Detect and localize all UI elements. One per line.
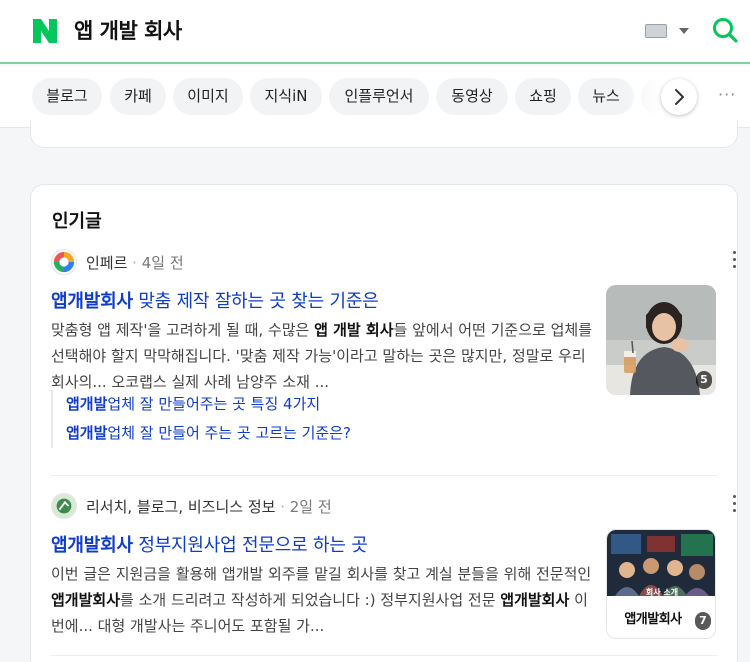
- author-label[interactable]: 리서치, 블로그, 비즈니스 정보: [86, 498, 275, 516]
- post-time: 4일 전: [141, 254, 184, 272]
- more-options-icon[interactable]: [731, 251, 737, 273]
- search-icon[interactable]: [711, 16, 739, 44]
- author-row: 리서치, 블로그, 비즈니스 정보 · 2일 전: [51, 493, 736, 519]
- search-query-text[interactable]: 앱 개발 회사: [74, 16, 182, 46]
- post-thumbnail[interactable]: 회사 소개 앱개발회사 7: [606, 529, 716, 639]
- section-title: 인기글: [52, 211, 102, 232]
- post-title-rest[interactable]: 정부지원사업 전문으로 하는 곳: [133, 535, 367, 556]
- snippet-keyword: 앱 개발 회사: [314, 321, 394, 339]
- snippet-part: 맞춤형 앱 제작'을 고려하게 될 때, 수많은: [51, 321, 315, 339]
- search-tab-bar: 블로그 카페 이미지 지식iN 인플루언서 동영상 쇼핑 뉴스 어: [0, 66, 750, 128]
- snippet-keyword: 앱개발회사: [500, 591, 570, 609]
- tab-cafe[interactable]: 카페: [110, 78, 166, 115]
- tab-image[interactable]: 이미지: [173, 78, 243, 115]
- post-divider: [51, 475, 717, 476]
- more-options-icon[interactable]: [731, 495, 737, 517]
- related-rest: 업체 잘 만들어주는 곳 특징 4가지: [107, 395, 321, 413]
- image-count-badge: 7: [695, 612, 711, 630]
- keyboard-icon[interactable]: [645, 24, 667, 38]
- post-snippet[interactable]: 이번 글은 지원금을 활용해 앱개발 외주를 맡길 회사를 찾고 계실 분들을 …: [51, 561, 596, 639]
- related-keyword: 앱개발: [66, 424, 108, 442]
- author-name[interactable]: 리서치, 블로그, 비즈니스 정보 · 2일 전: [86, 496, 332, 517]
- post-title-rest[interactable]: 맞춤 제작 잘하는 곳 찾는 기준은: [133, 291, 378, 312]
- more-tabs-icon[interactable]: ···: [718, 85, 736, 104]
- tab-influencer[interactable]: 인플루언서: [329, 78, 429, 115]
- image-count-badge: 5: [696, 371, 712, 389]
- tab-kin[interactable]: 지식iN: [250, 78, 322, 115]
- post-title[interactable]: 앱개발회사 맞춤 제작 잘하는 곳 찾는 기준은: [51, 287, 379, 313]
- related-keyword: 앱개발: [66, 395, 108, 413]
- related-rest: 업체 잘 만들어 주는 곳 고르는 기준은?: [107, 424, 351, 442]
- thumbnail-caption-small: 회사 소개: [645, 588, 679, 597]
- avatar[interactable]: [51, 493, 77, 519]
- tab-shopping[interactable]: 쇼핑: [515, 78, 571, 115]
- tab-blog[interactable]: 블로그: [32, 78, 102, 115]
- post-snippet[interactable]: 맞춤형 앱 제작'을 고려하게 될 때, 수많은 앱 개발 회사들 앞에서 어떤…: [51, 317, 596, 395]
- search-header: 앱 개발 회사: [0, 0, 750, 64]
- post-divider: [51, 655, 717, 656]
- dot-separator: ·: [127, 254, 142, 272]
- post-time: 2일 전: [289, 498, 332, 516]
- snippet-keyword: 앱개발회사: [51, 591, 121, 609]
- avatar[interactable]: [51, 249, 77, 275]
- author-row: 인페르 · 4일 전: [51, 249, 736, 275]
- post-title[interactable]: 앱개발회사 정부지원사업 전문으로 하는 곳: [51, 531, 368, 557]
- related-link[interactable]: 앱개발업체 잘 만들어주는 곳 특징 4가지: [66, 390, 351, 419]
- author-label[interactable]: 인페르: [86, 254, 127, 272]
- snippet-part: 를 소개 드리려고 작성하게 되었습니다 :) 정부지원사업 전문: [120, 591, 501, 609]
- thumbnail-caption: 앱개발회사: [624, 612, 682, 627]
- chevron-down-icon[interactable]: [679, 28, 689, 34]
- naver-logo-icon[interactable]: [30, 16, 60, 46]
- post-title-keyword[interactable]: 앱개발회사: [51, 535, 133, 556]
- post-title-keyword[interactable]: 앱개발회사: [51, 291, 133, 312]
- previous-card: [30, 120, 738, 148]
- post-thumbnail[interactable]: 5: [606, 285, 716, 395]
- dot-separator: ·: [275, 498, 290, 516]
- chevron-right-icon[interactable]: [661, 79, 697, 115]
- popular-posts-card: 인기글 인페르 · 4일 전 앱개발회사 맞춤 제작 잘하는 곳 찾는 기준은 …: [30, 184, 738, 662]
- tab-video[interactable]: 동영상: [436, 78, 508, 115]
- related-links: 앱개발업체 잘 만들어주는 곳 특징 4가지 앱개발업체 잘 만들어 주는 곳 …: [51, 390, 351, 448]
- author-name[interactable]: 인페르 · 4일 전: [86, 252, 184, 273]
- related-link[interactable]: 앱개발업체 잘 만들어 주는 곳 고르는 기준은?: [66, 419, 351, 448]
- snippet-part: 이번 글은 지원금을 활용해 앱개발 외주를 맡길 회사를 찾고 계실 분들을 …: [51, 565, 592, 583]
